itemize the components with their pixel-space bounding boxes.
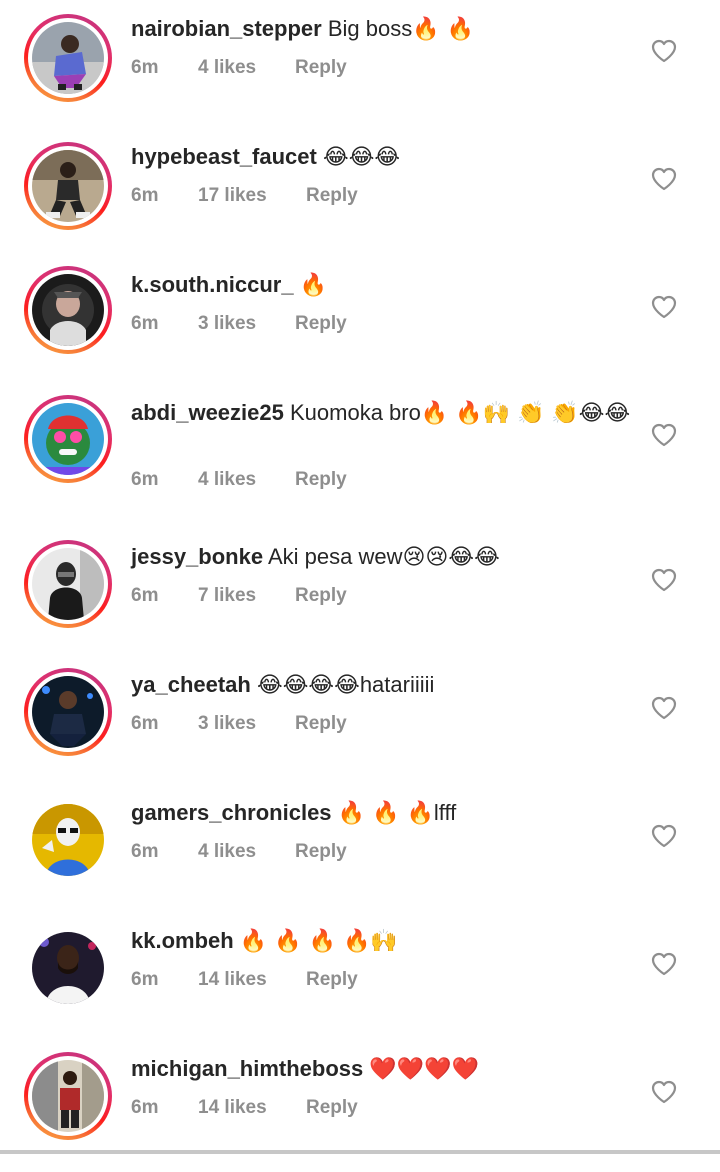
comment-emoji: 😂😂😂 [322, 145, 401, 170]
comment-time: 6m [131, 969, 159, 990]
comment-emoji: 🔥 🔥🙌 👏 👏😂😂 [420, 401, 631, 426]
comment-emoji: 😢😢😂😂 [402, 545, 500, 570]
comment-likes[interactable]: 4 likes [198, 468, 295, 492]
avatar[interactable] [24, 142, 112, 230]
comment-time: 6m [131, 185, 159, 206]
comment-likes[interactable]: 3 likes [198, 312, 295, 336]
comment-item: ya_cheetah 😂😂😂😂hatariiiii 6m 3 likes Reply [0, 668, 720, 788]
reply-button[interactable]: Reply [306, 1096, 358, 1120]
heart-outline-icon[interactable] [651, 824, 677, 848]
comment-meta: 6m 4 likes Reply [131, 56, 347, 80]
avatar[interactable] [24, 266, 112, 354]
comment-time: 6m [131, 469, 159, 490]
comment-likes[interactable]: 14 likes [198, 968, 306, 992]
comment-likes[interactable]: 3 likes [198, 712, 295, 736]
comment-item: gamers_chronicles 🔥 🔥 🔥lfff 6m 4 likes Rep… [0, 796, 720, 916]
heart-outline-icon[interactable] [651, 39, 677, 63]
reply-button[interactable]: Reply [295, 712, 347, 736]
avatar[interactable] [24, 540, 112, 628]
heart-outline-icon[interactable] [651, 952, 677, 976]
comment-body: Kuomoka bro [290, 400, 421, 425]
comment-meta: 6m 4 likes Reply [131, 840, 347, 864]
comment-text-line: abdi_weezie25 Kuomoka bro🔥 🔥🙌 👏 👏😂😂 [131, 398, 631, 429]
comment-meta: 6m 4 likes Reply [131, 468, 347, 492]
heart-outline-icon[interactable] [651, 568, 677, 592]
comment-text-line: jessy_bonke Aki pesa wew😢😢😂😂 [131, 542, 631, 573]
comment-username[interactable]: kk.ombeh [131, 928, 234, 953]
comment-time: 6m [131, 585, 159, 606]
comment-emoji: ❤️❤️❤️❤️ [369, 1057, 479, 1082]
comment-emoji: 🔥 [299, 273, 328, 298]
comment-text-line: k.south.niccur_ 🔥 [131, 270, 631, 301]
comment-body: lfff [433, 800, 457, 825]
comment-body: hatariiiii [359, 672, 435, 697]
heart-outline-icon[interactable] [651, 1080, 677, 1104]
comment-username[interactable]: michigan_himtheboss [131, 1056, 363, 1081]
heart-outline-icon[interactable] [651, 423, 677, 447]
comment-meta: 6m 14 likes Reply [131, 1096, 358, 1120]
avatar[interactable] [24, 14, 112, 102]
comment-item: abdi_weezie25 Kuomoka bro🔥 🔥🙌 👏 👏😂😂 6m 4 … [0, 384, 720, 540]
comment-username[interactable]: gamers_chronicles [131, 800, 332, 825]
comment-item: kk.ombeh 🔥 🔥 🔥 🔥🙌 6m 14 likes Reply [0, 924, 720, 1044]
comment-item: michigan_himtheboss ❤️❤️❤️❤️ 6m 14 likes R… [0, 1052, 720, 1172]
reply-button[interactable]: Reply [306, 184, 358, 208]
comment-emoji: 🔥 🔥 🔥 🔥🙌 [239, 929, 398, 954]
bottom-divider [0, 1150, 720, 1154]
comment-item: nairobian_stepper Big boss🔥 🔥 6m 4 likes R… [0, 0, 720, 120]
avatar[interactable] [24, 1052, 112, 1140]
comment-meta: 6m 3 likes Reply [131, 312, 347, 336]
comment-emoji: 🔥 🔥 [412, 17, 475, 42]
comment-username[interactable]: k.south.niccur_ [131, 272, 294, 297]
comment-emoji: 🔥 🔥 🔥 [337, 801, 434, 826]
reply-button[interactable]: Reply [295, 468, 347, 492]
comment-username[interactable]: jessy_bonke [131, 544, 263, 569]
avatar[interactable] [24, 796, 112, 884]
comment-meta: 6m 7 likes Reply [131, 584, 347, 608]
heart-outline-icon[interactable] [651, 696, 677, 720]
avatar[interactable] [24, 668, 112, 756]
reply-button[interactable]: Reply [306, 968, 358, 992]
reply-button[interactable]: Reply [295, 312, 347, 336]
comment-text-line: ya_cheetah 😂😂😂😂hatariiiii [131, 670, 631, 701]
comment-time: 6m [131, 713, 159, 734]
comment-username[interactable]: abdi_weezie25 [131, 400, 284, 425]
comment-meta: 6m 14 likes Reply [131, 968, 358, 992]
comment-item: hypebeast_faucet 😂😂😂 6m 17 likes Reply [0, 128, 720, 248]
comment-time: 6m [131, 313, 159, 334]
reply-button[interactable]: Reply [295, 584, 347, 608]
comment-time: 6m [131, 841, 159, 862]
reply-button[interactable]: Reply [295, 840, 347, 864]
comment-meta: 6m 3 likes Reply [131, 712, 347, 736]
comment-item: jessy_bonke Aki pesa wew😢😢😂😂 6m 7 likes Re… [0, 540, 720, 660]
comment-body: Big boss [327, 16, 413, 41]
heart-outline-icon[interactable] [651, 167, 677, 191]
comment-meta: 6m 17 likes Reply [131, 184, 358, 208]
reply-button[interactable]: Reply [295, 56, 347, 80]
comment-likes[interactable]: 4 likes [198, 56, 295, 80]
comment-emoji: 😂😂😂😂 [256, 673, 360, 698]
comment-username[interactable]: ya_cheetah [131, 672, 251, 697]
comment-text-line: nairobian_stepper Big boss🔥 🔥 [131, 14, 631, 45]
comment-likes[interactable]: 4 likes [198, 840, 295, 864]
heart-outline-icon[interactable] [651, 295, 677, 319]
comment-likes[interactable]: 7 likes [198, 584, 295, 608]
comment-likes[interactable]: 17 likes [198, 184, 306, 208]
comment-item: k.south.niccur_ 🔥 6m 3 likes Reply [0, 256, 720, 376]
comment-text-line: gamers_chronicles 🔥 🔥 🔥lfff [131, 798, 631, 829]
comment-text-line: michigan_himtheboss ❤️❤️❤️❤️ [131, 1054, 631, 1085]
comment-text-line: hypebeast_faucet 😂😂😂 [131, 142, 631, 173]
comment-time: 6m [131, 57, 159, 78]
comment-body: Aki pesa wew [267, 544, 403, 569]
comment-text-line: kk.ombeh 🔥 🔥 🔥 🔥🙌 [131, 926, 631, 957]
comment-time: 6m [131, 1097, 159, 1118]
comment-username[interactable]: hypebeast_faucet [131, 144, 317, 169]
avatar[interactable] [24, 924, 112, 1012]
avatar[interactable] [24, 395, 112, 483]
comment-username[interactable]: nairobian_stepper [131, 16, 322, 41]
comment-likes[interactable]: 14 likes [198, 1096, 306, 1120]
